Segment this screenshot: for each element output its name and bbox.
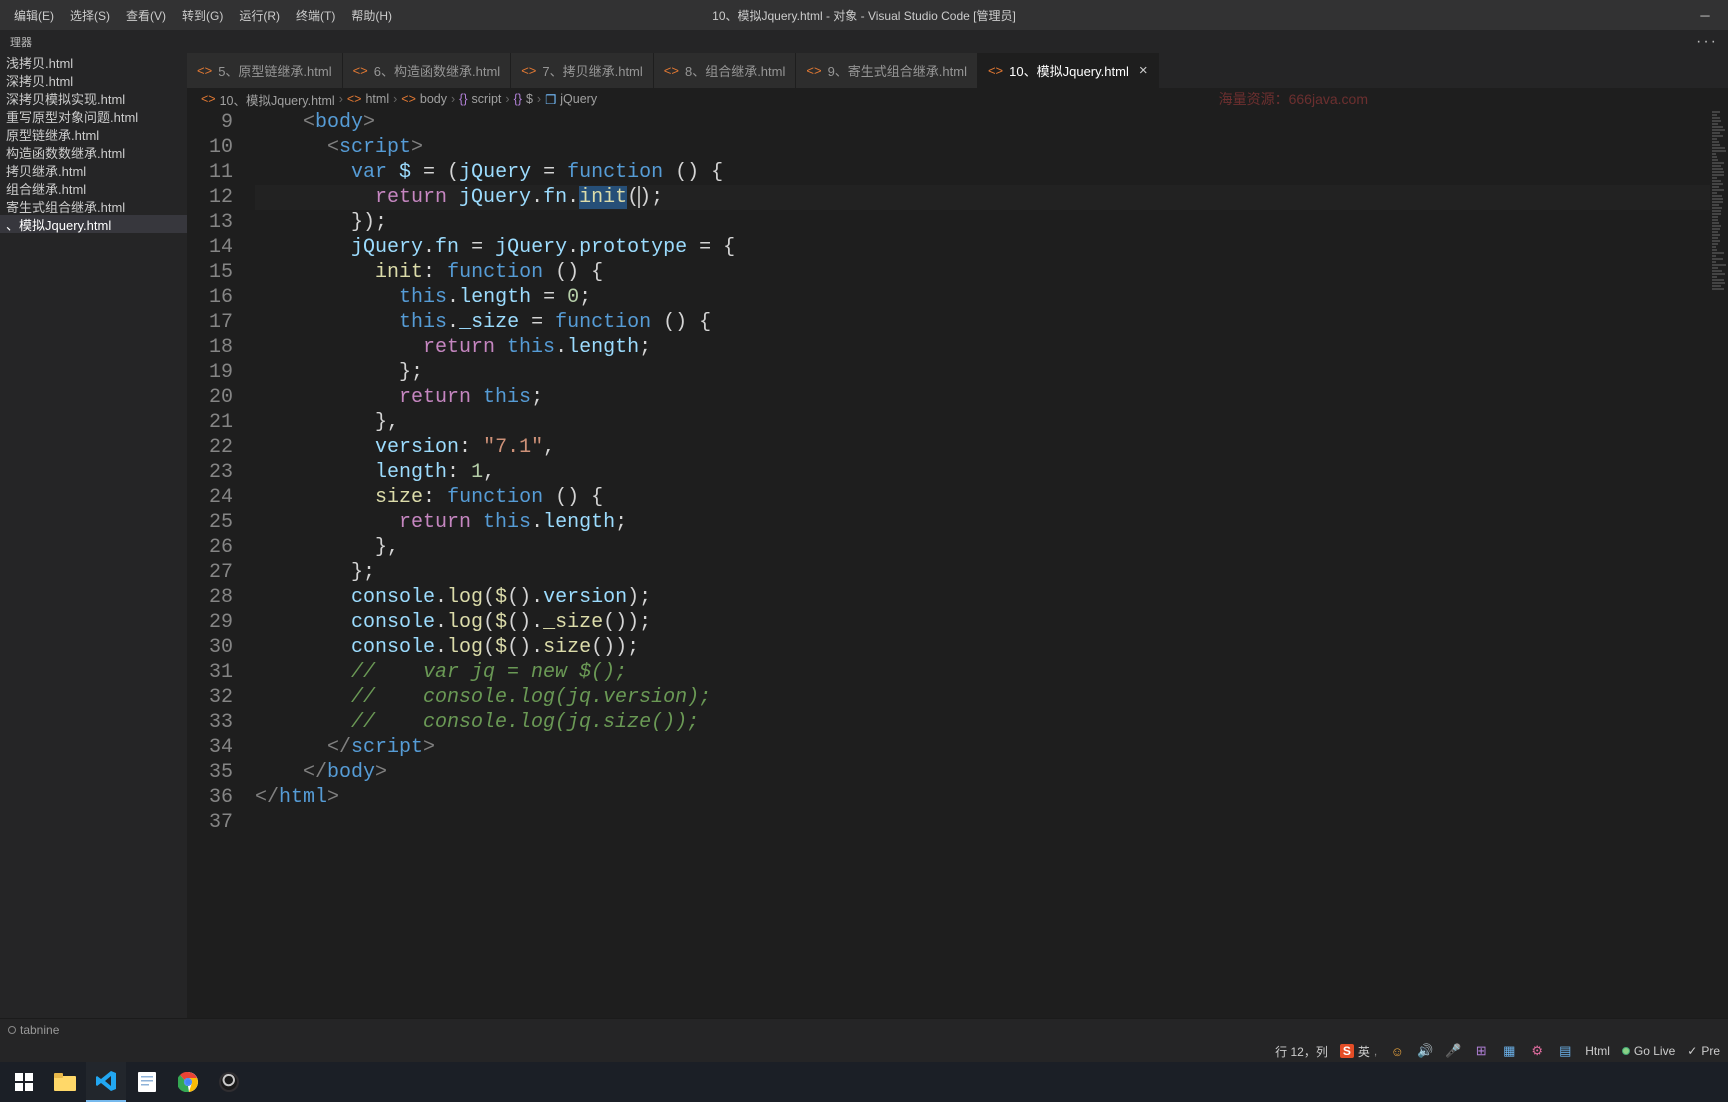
breadcrumb[interactable]: <>10、模拟Jquery.html›<>html›<>body›{}scrip… <box>187 88 1728 110</box>
sidebar-item[interactable]: 原型链继承.html <box>0 125 187 143</box>
sidebar-item[interactable]: 、模拟Jquery.html <box>0 215 187 233</box>
minimap[interactable] <box>1710 110 1728 1018</box>
tab-label: 10、模拟Jquery.html <box>1009 61 1129 80</box>
tab[interactable]: <> 5、原型链继承.html <box>187 53 343 88</box>
breadcrumb-icon: ❒ <box>545 92 556 107</box>
tab-label: 5、原型链继承.html <box>218 61 331 80</box>
sidebar-item[interactable]: 重写原型对象问题.html <box>0 107 187 125</box>
tab-label: 9、寄生式组合继承.html <box>828 61 967 80</box>
menu-item[interactable]: 终端(T) <box>288 3 343 28</box>
breadcrumb-item[interactable]: {}script <box>459 92 501 106</box>
tabnine-icon <box>8 1026 16 1034</box>
breadcrumb-item[interactable]: <>10、模拟Jquery.html <box>201 90 335 109</box>
menu-item[interactable]: 查看(V) <box>118 3 174 28</box>
html-file-icon: <> <box>197 63 212 78</box>
explorer-icon[interactable] <box>45 1062 85 1102</box>
tab-label: 8、组合继承.html <box>685 61 785 80</box>
breadcrumb-item[interactable]: <>html <box>347 92 389 106</box>
broadcast-icon <box>1622 1047 1630 1055</box>
sidebar-item[interactable]: 深拷贝.html <box>0 71 187 89</box>
menu-item[interactable]: 帮助(H) <box>343 3 400 28</box>
menu-bar: 编辑(E)选择(S)查看(V)转到(G)运行(R)终端(T)帮助(H) <box>0 3 400 28</box>
html-file-icon: <> <box>988 63 1003 78</box>
close-icon[interactable]: × <box>1139 62 1148 79</box>
tabnine-label: tabnine <box>20 1023 59 1037</box>
breadcrumb-icon: {} <box>459 92 467 106</box>
tabs: <> 5、原型链继承.html <> 6、构造函数继承.html <> 7、拷贝继承.ht… <box>187 53 1728 88</box>
go-live[interactable]: Go Live <box>1622 1044 1675 1058</box>
tab-label: 6、构造函数继承.html <box>374 61 500 80</box>
ime-indicator[interactable]: S 英 , <box>1340 1043 1377 1060</box>
breadcrumb-icon: <> <box>201 92 216 106</box>
explorer-header: 理器 ··· <box>0 30 1728 53</box>
breadcrumb-icon: {} <box>514 92 522 106</box>
obs-icon[interactable] <box>209 1062 249 1102</box>
tab[interactable]: <> 9、寄生式组合继承.html <box>796 53 978 88</box>
main-area: 浅拷贝.html深拷贝.html深拷贝模拟实现.html重写原型对象问题.htm… <box>0 53 1728 1018</box>
html-file-icon: <> <box>353 63 368 78</box>
breadcrumb-item[interactable]: ❒jQuery <box>545 92 597 107</box>
minimize-button[interactable]: ─ <box>1682 0 1728 30</box>
tabnine-bar[interactable]: tabnine <box>0 1018 1728 1040</box>
menu-item[interactable]: 转到(G) <box>174 3 231 28</box>
start-button[interactable] <box>4 1062 44 1102</box>
menu-item[interactable]: 选择(S) <box>62 3 118 28</box>
status-position[interactable]: 行 12，列 <box>1275 1043 1328 1060</box>
menu-item[interactable]: 编辑(E) <box>6 3 62 28</box>
more-icon[interactable]: ··· <box>1696 37 1718 47</box>
status-language[interactable]: Html <box>1585 1044 1610 1058</box>
window-controls: ─ <box>1682 0 1728 30</box>
sidebar-item[interactable]: 组合继承.html <box>0 179 187 197</box>
sidebar-item[interactable]: 构造函数数继承.html <box>0 143 187 161</box>
html-file-icon: <> <box>521 63 536 78</box>
vscode-icon[interactable] <box>86 1062 126 1102</box>
emoji-icon[interactable]: ☺ <box>1389 1043 1405 1059</box>
titlebar: 编辑(E)选择(S)查看(V)转到(G)运行(R)终端(T)帮助(H) 10、模… <box>0 0 1728 30</box>
line-gutter: 9101112131415161718192021222324252627282… <box>187 110 255 1018</box>
sidebar[interactable]: 浅拷贝.html深拷贝.html深拷贝模拟实现.html重写原型对象问题.htm… <box>0 53 187 1018</box>
breadcrumb-icon: <> <box>401 92 416 106</box>
html-file-icon: <> <box>806 63 821 78</box>
box-icon[interactable]: ▦ <box>1501 1043 1517 1059</box>
chrome-icon[interactable] <box>168 1062 208 1102</box>
sidebar-item[interactable]: 深拷贝模拟实现.html <box>0 89 187 107</box>
html-file-icon: <> <box>664 63 679 78</box>
status-pre[interactable]: ✓ Pre <box>1687 1044 1720 1058</box>
tab[interactable]: <> 7、拷贝继承.html <box>511 53 654 88</box>
apps-icon[interactable]: ▤ <box>1557 1043 1573 1059</box>
sidebar-item[interactable]: 浅拷贝.html <box>0 53 187 71</box>
statusbar: 行 12，列 S 英 , ☺ 🔊 🎤 ⊞ ▦ ⚙ ▤ Html Go Live … <box>0 1040 1728 1062</box>
editor-body[interactable]: 9101112131415161718192021222324252627282… <box>187 110 1728 1018</box>
grid-icon[interactable]: ⊞ <box>1473 1043 1489 1059</box>
breadcrumb-icon: <> <box>347 92 362 106</box>
sidebar-item[interactable]: 拷贝继承.html <box>0 161 187 179</box>
tab[interactable]: <> 8、组合继承.html <box>654 53 797 88</box>
menu-item[interactable]: 运行(R) <box>231 3 288 28</box>
speaker-icon[interactable]: 🔊 <box>1417 1043 1433 1059</box>
tab[interactable]: <> 6、构造函数继承.html <box>343 53 512 88</box>
notepad-icon[interactable] <box>127 1062 167 1102</box>
breadcrumb-item[interactable]: <>body <box>401 92 447 106</box>
window-title: 10、模拟Jquery.html - 对象 - Visual Studio Co… <box>712 7 1016 24</box>
mic-icon[interactable]: 🎤 <box>1445 1043 1461 1059</box>
taskbar <box>0 1062 1728 1102</box>
explorer-title: 理器 <box>10 34 32 50</box>
sidebar-item[interactable]: 寄生式组合继承.html <box>0 197 187 215</box>
editor-area: 海量资源：666java.com <>5、原型链继承.html<>6、构造函数继… <box>187 53 1728 1018</box>
code-content[interactable]: <body> <script> var $ = (jQuery = functi… <box>255 110 1728 1018</box>
tab-label: 7、拷贝继承.html <box>542 61 642 80</box>
gear-icon[interactable]: ⚙ <box>1529 1043 1545 1059</box>
tab[interactable]: <> 10、模拟Jquery.html × <box>978 53 1159 88</box>
breadcrumb-item[interactable]: {}$ <box>514 92 533 106</box>
pinyin-icon: S <box>1340 1044 1354 1058</box>
